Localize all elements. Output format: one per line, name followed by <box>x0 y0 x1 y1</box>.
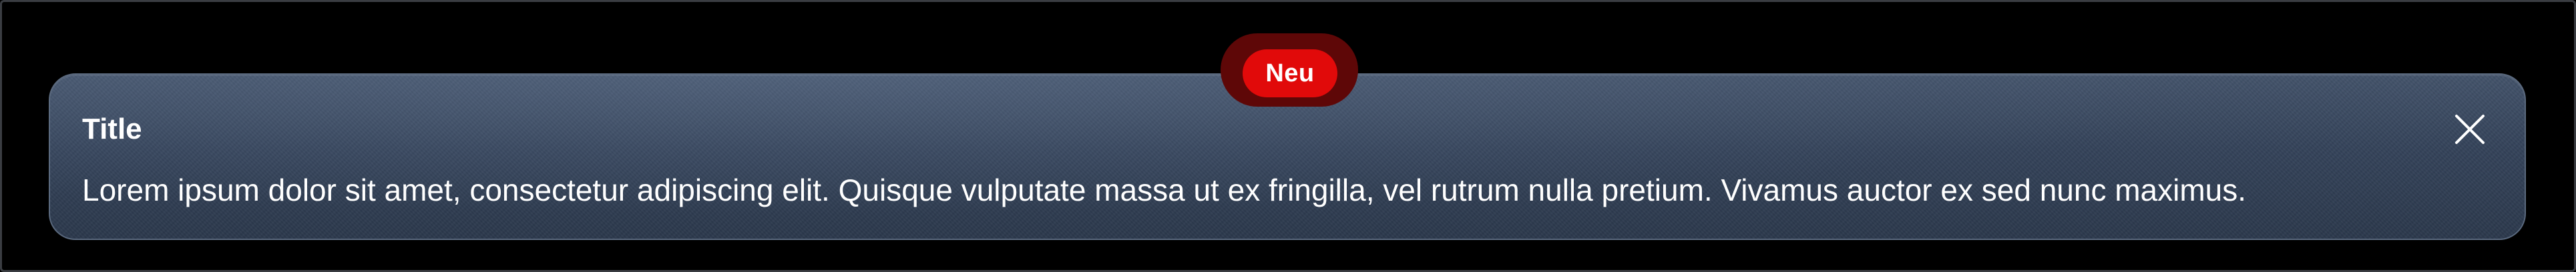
close-button[interactable] <box>2451 111 2489 148</box>
notification-message: Lorem ipsum dolor sit amet, consectetur … <box>82 173 2247 207</box>
close-icon <box>2455 115 2485 144</box>
new-badge: Neu <box>1243 49 1337 97</box>
screen: Neu Title Lorem ipsum dolor sit amet, co… <box>0 0 2576 272</box>
notification-title: Title <box>82 113 142 145</box>
